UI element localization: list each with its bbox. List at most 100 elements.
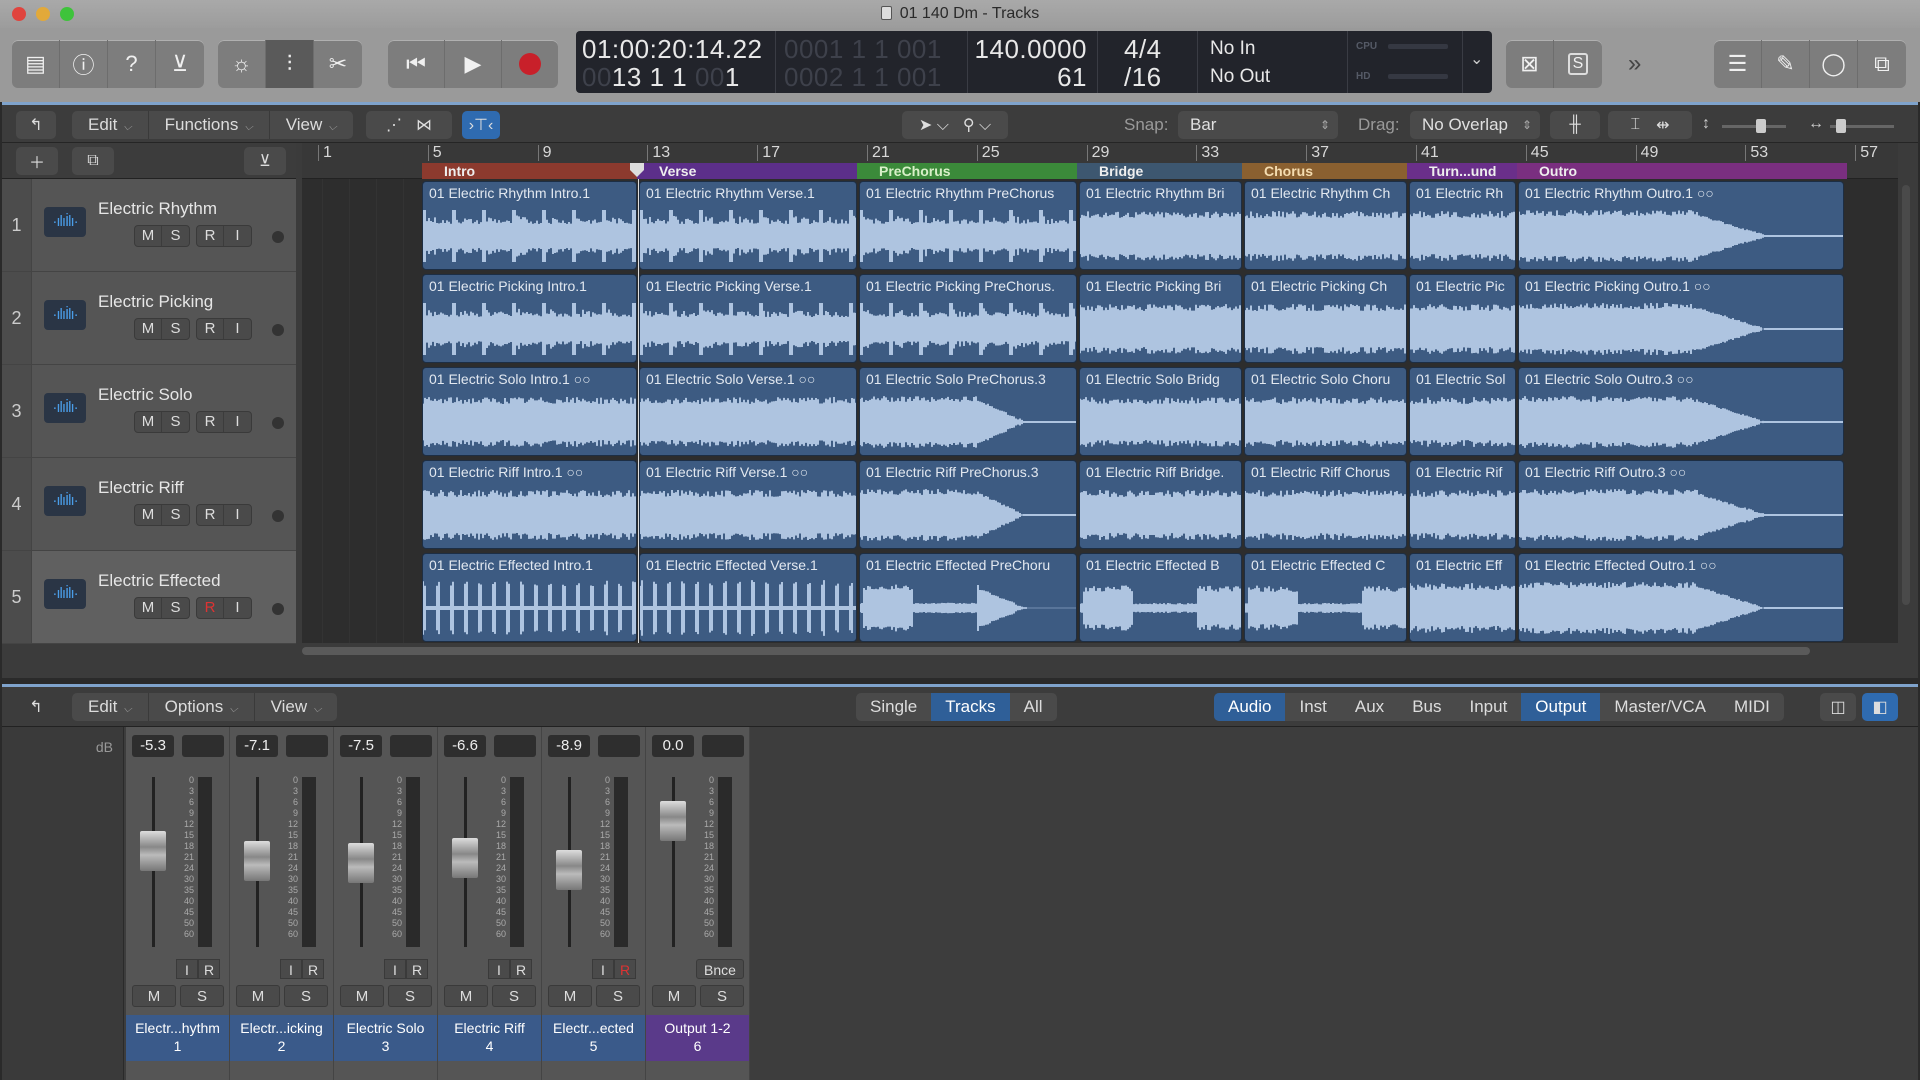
audio-region[interactable]: 01 Electric Pic [1409,274,1516,363]
smart-controls-button[interactable]: ☼ [218,40,266,88]
mixer-view-tracks[interactable]: Tracks [931,693,1010,721]
solo-mode-button[interactable]: S [1554,40,1602,88]
automation-icon[interactable]: ⋰ [386,115,402,135]
marker-chorus[interactable]: Chorus [1242,163,1407,179]
more-icon[interactable]: » [1628,50,1641,78]
mute-button[interactable]: M [548,985,592,1007]
list-editors-button[interactable]: ☰ [1714,40,1762,88]
menu-functions[interactable]: Functions ⌵ [149,111,270,139]
mute-button[interactable]: M [444,985,488,1007]
input-monitor-button[interactable]: I [224,226,251,246]
mute-button[interactable]: M [132,985,176,1007]
channel-name[interactable]: Output 1-2 6 [646,1015,749,1061]
track-on-off-button[interactable] [272,417,284,429]
editors-button[interactable]: ✂ [314,40,362,88]
playhead[interactable] [638,179,639,643]
marker-verse[interactable]: Verse [637,163,857,179]
marker-prechorus[interactable]: PreChorus [857,163,1077,179]
audio-region[interactable]: 01 Electric Rif [1409,460,1516,549]
menu-view[interactable]: View ⌵ [270,111,353,139]
volume-value[interactable]: 0.0 [652,735,694,757]
volume-value[interactable]: -8.9 [548,735,590,757]
audio-region[interactable]: 01 Electric Solo Choru [1244,367,1407,456]
mixer-filter-aux[interactable]: Aux [1341,693,1398,721]
channel-name[interactable]: Electr...hythm 1 [126,1015,229,1061]
loop-browser-button[interactable]: ◯ [1810,40,1858,88]
zoom-window-button[interactable] [60,7,74,21]
audio-region[interactable]: 01 Electric Rhythm PreChorus [859,181,1077,270]
track-on-off-button[interactable] [272,510,284,522]
quick-help-button[interactable]: ? [108,40,156,88]
audio-region[interactable]: 01 Electric Rhythm Bri [1079,181,1242,270]
solo-button[interactable]: S [180,985,224,1007]
track-name[interactable]: Electric Rhythm [98,199,217,219]
volume-fader[interactable] [660,801,686,841]
close-window-button[interactable] [12,7,26,21]
inspector-button[interactable]: ⓘ [60,40,108,88]
menu-edit[interactable]: Edit ⌵ [72,111,149,139]
track-on-off-button[interactable] [272,231,284,243]
input-monitor-button[interactable]: I [280,959,302,979]
track-name[interactable]: Electric Picking [98,292,213,312]
audio-region[interactable]: 01 Electric Solo Bridg [1079,367,1242,456]
horizontal-zoom-slider[interactable] [1830,119,1894,133]
mixer-filter-audio[interactable]: Audio [1214,693,1286,721]
audio-region[interactable]: 01 Electric Rhythm Outro.1 ○○ [1518,181,1844,270]
record-enable-button[interactable]: R [406,959,428,979]
record-enable-button[interactable]: R [197,505,224,525]
input-monitor-button[interactable]: I [224,505,251,525]
input-monitor-button[interactable]: I [488,959,510,979]
track-header[interactable]: 2 ·ılıİlı· Electric Picking MS RI [2,272,296,365]
track-header[interactable]: 5 ·ılıİlı· Electric Effected MS RI [2,551,296,644]
marquee-tool-icon[interactable]: ⚲ ⌵ [963,115,991,135]
record-enable-button[interactable]: R [510,959,532,979]
solo-button[interactable]: S [162,319,189,339]
audio-region[interactable]: 01 Electric Effected Outro.1 ○○ [1518,553,1844,642]
audio-region[interactable]: 01 Electric Rhythm Ch [1244,181,1407,270]
catch-playhead-button[interactable]: ›⊤‹ [462,111,500,139]
channel-name[interactable]: Electr...icking 2 [230,1015,333,1061]
solo-button[interactable]: S [388,985,432,1007]
bounce-button[interactable]: Bnce [696,959,744,979]
input-monitor-button[interactable]: I [592,959,614,979]
audio-region[interactable]: 01 Electric Effected PreChoru [859,553,1077,642]
input-monitor-button[interactable]: I [224,412,251,432]
record-enable-button[interactable]: R [197,319,224,339]
audio-region[interactable]: 01 Electric Solo Verse.1 ○○ [639,367,857,456]
rewind-button[interactable]: ⏮ [388,40,445,88]
volume-fader[interactable] [140,831,166,872]
track-header[interactable]: 3 ·ılıİlı· Electric Solo MS RI [2,365,296,458]
solo-button[interactable]: S [284,985,328,1007]
volume-fader[interactable] [556,849,582,890]
solo-button[interactable]: S [596,985,640,1007]
audio-region[interactable]: 01 Electric Eff [1409,553,1516,642]
solo-button[interactable]: S [492,985,536,1007]
record-enable-button[interactable]: R [614,959,636,979]
notepad-button[interactable]: ✎ [1762,40,1810,88]
volume-fader[interactable] [348,842,374,883]
mute-button[interactable]: M [652,985,696,1007]
input-monitor-button[interactable]: I [224,598,251,618]
audio-region[interactable]: 01 Electric Solo Outro.3 ○○ [1518,367,1844,456]
mute-button[interactable]: M [135,598,162,618]
volume-value[interactable]: -5.3 [132,735,174,757]
mute-button[interactable]: M [135,319,162,339]
mute-button[interactable]: M [236,985,280,1007]
audio-region[interactable]: 01 Electric Riff Verse.1 ○○ [639,460,857,549]
duplicate-track-button[interactable]: ⧉ [72,147,114,175]
audio-region[interactable]: 01 Electric Rhythm Verse.1 [639,181,857,270]
mute-button[interactable]: M [340,985,384,1007]
track-name[interactable]: Electric Effected [98,571,221,591]
audio-region[interactable]: 01 Electric Effected B [1079,553,1242,642]
audio-region[interactable]: 01 Electric Riff Outro.3 ○○ [1518,460,1844,549]
record-button[interactable] [502,40,558,88]
audio-region[interactable]: 01 Electric Rh [1409,181,1516,270]
horizontal-fit-icon[interactable]: ⇹ [1656,115,1669,135]
waveform-zoom-button[interactable]: ╫ [1550,111,1600,139]
track-header[interactable]: 1 ·ılıİlı· Electric Rhythm MS RI [2,179,296,272]
volume-value[interactable]: -6.6 [444,735,486,757]
audio-region[interactable]: 01 Electric Sol [1409,367,1516,456]
volume-value[interactable]: -7.5 [340,735,382,757]
solo-button[interactable]: S [162,226,189,246]
mute-button[interactable]: M [135,412,162,432]
